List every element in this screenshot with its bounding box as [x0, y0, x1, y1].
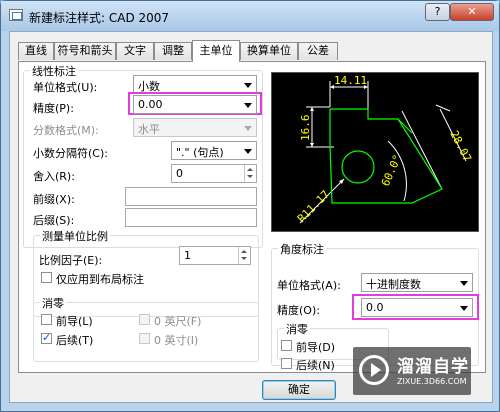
angular-trailing-zero-checkbox[interactable]: [281, 358, 292, 369]
tab-alternate-units[interactable]: 换算单位: [240, 42, 298, 60]
chevron-down-icon: [244, 126, 252, 131]
preview-dim-left: 16.6: [299, 115, 312, 142]
app-icon: [9, 9, 23, 21]
preview-dim-top: 14.11: [334, 74, 367, 87]
angular-trailing-zero-label: 后续(N): [296, 359, 335, 372]
decimal-separator-value: "." (句点): [176, 146, 224, 159]
dimension-preview: 14.11 16.6 28.07 60.0° R11.17: [271, 72, 479, 232]
layout-only-checkbox[interactable]: [41, 272, 52, 283]
angular-precision-value: 0.0: [366, 301, 384, 314]
unit-format-label: 单位格式(U):: [33, 81, 98, 94]
scale-factor-value: 1: [184, 249, 191, 262]
angular-precision-select[interactable]: 0.0: [361, 298, 473, 317]
linear-group-title: 线性标注: [30, 63, 78, 79]
prefix-label: 前缀(X):: [33, 193, 75, 206]
tab-tolerances[interactable]: 公差: [298, 42, 338, 60]
primary-units-pane: 线性标注 单位格式(U): 小数 精度(P): 0.00 分数格式(M): 水平…: [18, 61, 486, 373]
watermark-brand: 溜溜自学: [397, 357, 469, 377]
angular-unit-format-label: 单位格式(A):: [277, 279, 341, 292]
zero-inches-label: 0 英寸(I): [154, 334, 199, 347]
watermark-url: ZIXUE.3D66.COM: [397, 377, 467, 386]
fraction-format-label: 分数格式(M):: [33, 124, 99, 137]
angular-precision-label: 精度(O):: [277, 304, 320, 317]
tab-lines[interactable]: 直线: [18, 42, 54, 60]
scale-group-title: 测量单位比例: [40, 228, 110, 244]
precision-select[interactable]: 0.00: [133, 95, 257, 114]
chevron-down-icon: [460, 306, 468, 311]
fraction-format-select: 水平: [133, 118, 257, 137]
layout-only-label: 仅应用到布局标注: [56, 273, 144, 286]
angular-leading-zero-label: 前导(D): [296, 341, 336, 354]
precision-label: 精度(P):: [33, 102, 74, 115]
precision-value: 0.00: [138, 98, 163, 111]
chevron-down-icon: [244, 149, 252, 154]
leading-zero-label: 前导(L): [56, 315, 93, 328]
chevron-down-icon: [460, 281, 468, 286]
leading-zero-checkbox[interactable]: [41, 314, 52, 325]
angular-leading-zero-checkbox[interactable]: [281, 340, 292, 351]
roundoff-value: 0: [176, 167, 183, 180]
dialog-window: 新建标注样式: CAD 2007 ? ✕ 直线 符号和箭头 文字 调整 主单位 …: [0, 0, 500, 412]
scale-factor-label: 比例因子(E):: [39, 254, 103, 267]
prefix-input[interactable]: [125, 187, 257, 206]
decimal-separator-select[interactable]: "." (句点): [171, 141, 257, 160]
ok-button[interactable]: 确定: [262, 380, 336, 400]
tab-primary-units[interactable]: 主单位: [192, 40, 240, 62]
preview-drawing: 14.11 16.6 28.07 60.0° R11.17: [295, 74, 474, 225]
scale-factor-spinner[interactable]: 1: [179, 246, 251, 265]
angular-zero-suppression-title: 消零: [284, 321, 310, 337]
roundoff-label: 舍入(R):: [33, 170, 75, 183]
angular-unit-format-value: 十进制度数: [366, 278, 421, 291]
angular-unit-format-select[interactable]: 十进制度数: [361, 273, 473, 292]
window-title: 新建标注样式: CAD 2007: [29, 11, 170, 25]
preview-dim-radius: R11.17: [295, 188, 332, 225]
zero-inches-checkbox: [139, 333, 150, 344]
decimal-separator-label: 小数分隔符(C):: [33, 147, 108, 160]
close-button[interactable]: ✕: [450, 3, 494, 21]
zero-suppression-title: 消零: [40, 295, 66, 311]
suffix-input[interactable]: [125, 208, 257, 227]
chevron-down-icon: [244, 103, 252, 108]
spinner-arrows-icon[interactable]: [244, 165, 256, 182]
preview-dim-angle: 60.0°: [379, 153, 404, 189]
tab-symbols-arrows[interactable]: 符号和箭头: [54, 42, 116, 60]
trailing-zero-checkbox[interactable]: [41, 331, 52, 344]
help-button[interactable]: ?: [425, 3, 450, 21]
suffix-label: 后缀(S):: [33, 214, 75, 227]
zero-feet-label: 0 英尺(F): [154, 315, 202, 328]
preview-dim-right: 28.07: [447, 128, 474, 163]
roundoff-spinner[interactable]: 0: [171, 164, 257, 183]
tab-fit[interactable]: 调整: [154, 42, 192, 60]
fraction-format-value: 水平: [138, 123, 160, 136]
spinner-arrows-icon[interactable]: [238, 247, 250, 264]
watermark-logo: 溜溜自学 ZIXUE.3D66.COM: [353, 347, 471, 395]
zero-feet-checkbox: [139, 314, 150, 325]
tab-text[interactable]: 文字: [116, 42, 154, 60]
title-bar[interactable]: 新建标注样式: CAD 2007 ? ✕: [1, 1, 499, 31]
chevron-down-icon: [244, 83, 252, 88]
angular-group-title: 角度标注: [278, 241, 326, 257]
trailing-zero-label: 后续(T): [56, 334, 94, 347]
play-icon: [359, 355, 389, 385]
